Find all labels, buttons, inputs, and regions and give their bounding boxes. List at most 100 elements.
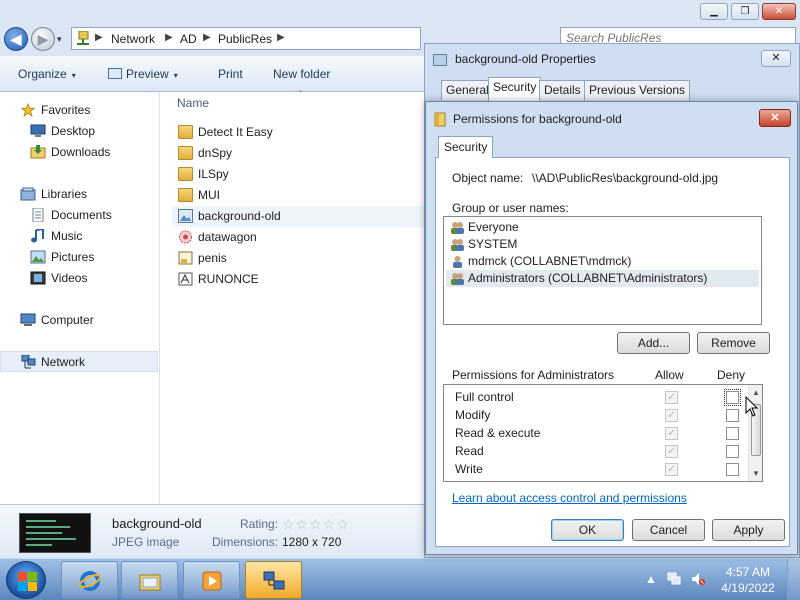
allow-checkbox[interactable]: ✓ <box>665 391 678 404</box>
user-name: SYSTEM <box>468 237 518 251</box>
user-row-administrators[interactable]: Administrators (COLLABNET\Administrators… <box>446 270 759 287</box>
dimensions-label: Dimensions: <box>212 535 279 549</box>
deny-checkbox[interactable] <box>726 427 739 440</box>
taskbar-active-app[interactable] <box>245 561 302 599</box>
user-row-system[interactable]: SYSTEM <box>446 236 759 253</box>
tab-general[interactable]: General <box>441 80 494 100</box>
tab-security[interactable]: Security <box>438 136 494 158</box>
maximize-button[interactable]: ❐ <box>731 3 759 20</box>
address-separator[interactable]: ▶ <box>95 32 103 43</box>
file-row[interactable]: datawagon <box>172 227 424 248</box>
windows-logo-icon <box>18 582 27 591</box>
object-name-label: Object name: <box>452 171 524 185</box>
start-button[interactable] <box>6 561 46 599</box>
file-name: penis <box>198 251 227 265</box>
user-row-everyone[interactable]: Everyone <box>446 219 759 236</box>
deny-checkbox[interactable] <box>726 409 739 422</box>
nav-libraries[interactable]: Libraries <box>0 184 158 205</box>
taskbar-media-player[interactable] <box>183 561 240 599</box>
rating-stars[interactable]: ☆☆☆☆☆ <box>282 516 350 533</box>
user-list[interactable]: Everyone SYSTEM mdmck (COLLABNET\mdmck) … <box>443 216 762 325</box>
file-row[interactable]: penis <box>172 248 424 269</box>
nav-favorites-label: Favorites <box>41 103 91 117</box>
file-name: MUI <box>198 188 220 202</box>
nav-computer[interactable]: Computer <box>0 310 158 331</box>
nav-downloads[interactable]: Downloads <box>0 142 158 163</box>
address-separator[interactable]: ▶ <box>203 32 211 43</box>
address-bar[interactable]: ▶ Network ▶ AD ▶ PublicRes ▶ <box>71 27 421 50</box>
dimensions-value: 1280 x 720 <box>282 535 342 549</box>
forward-button[interactable]: ▶ <box>31 27 55 51</box>
address-segment-network[interactable]: Network <box>111 32 155 46</box>
organize-menu[interactable]: Organize ▾ <box>18 67 76 81</box>
nav-desktop[interactable]: Desktop <box>0 121 158 142</box>
allow-checkbox[interactable]: ✓ <box>665 463 678 476</box>
allow-checkbox[interactable]: ✓ <box>665 427 678 440</box>
recent-pages-dropdown[interactable]: ▾ <box>57 34 62 45</box>
new-folder-button[interactable]: New folder <box>273 67 330 81</box>
folder-icon <box>139 574 161 591</box>
show-desktop-button[interactable] <box>787 559 800 600</box>
network-tray-icon[interactable] <box>667 572 681 586</box>
apply-button[interactable]: Apply <box>712 519 785 541</box>
file-row[interactable]: MUI <box>172 185 424 206</box>
taskbar-windows-explorer[interactable] <box>121 561 178 599</box>
address-separator[interactable]: ▶ <box>165 32 173 43</box>
cancel-button[interactable]: Cancel <box>632 519 705 541</box>
minimize-button[interactable]: ▁ <box>700 3 728 20</box>
remove-button[interactable]: Remove <box>697 332 770 354</box>
nav-network[interactable]: Network <box>0 351 158 372</box>
deny-checkbox[interactable] <box>726 463 739 476</box>
taskbar-internet-explorer[interactable] <box>61 561 118 599</box>
ok-button[interactable]: OK <box>551 519 624 541</box>
nav-pictures[interactable]: Pictures <box>0 247 158 268</box>
preview-icon <box>108 68 122 79</box>
permissions-list: Full control ✓ Modify ✓ Read & execute ✓… <box>443 384 763 482</box>
print-button[interactable]: Print <box>218 67 243 81</box>
properties-close-button[interactable]: ✕ <box>761 50 791 67</box>
nav-desktop-label: Desktop <box>51 124 96 138</box>
deny-column-label: Deny <box>717 368 746 382</box>
tab-security[interactable]: Security <box>488 77 542 101</box>
libraries-icon <box>20 187 36 201</box>
add-button[interactable]: Add... <box>617 332 690 354</box>
permissions-close-button[interactable]: ✕ <box>759 109 791 127</box>
application-icon <box>179 230 192 244</box>
preview-menu[interactable]: Preview ▾ <box>108 67 178 81</box>
nav-documents[interactable]: Documents <box>0 205 158 226</box>
file-row-selected[interactable]: background-old <box>172 206 424 227</box>
close-button[interactable]: ✕ <box>762 3 796 20</box>
file-row[interactable]: RUNONCE <box>172 269 424 290</box>
tab-previous-versions[interactable]: Previous Versions <box>584 80 691 100</box>
folder-icon <box>178 188 193 202</box>
allow-checkbox[interactable]: ✓ <box>665 409 678 422</box>
address-segment-ad[interactable]: AD <box>180 32 197 46</box>
tab-details[interactable]: Details <box>539 80 586 100</box>
nav-downloads-label: Downloads <box>51 145 111 159</box>
nav-favorites[interactable]: Favorites <box>0 100 158 121</box>
address-segment-publicres[interactable]: PublicRes <box>218 32 272 46</box>
group-names-label: Group or user names: <box>452 201 569 215</box>
volume-muted-icon[interactable] <box>691 572 705 586</box>
file-row[interactable]: Detect It Easy <box>172 122 424 143</box>
computer-icon <box>20 313 36 326</box>
column-header-name[interactable]: Name <box>177 96 209 110</box>
address-separator[interactable]: ▶ <box>277 32 285 43</box>
nav-videos[interactable]: Videos <box>0 268 158 289</box>
scroll-down-arrow[interactable]: ▼ <box>749 466 762 481</box>
show-hidden-icons-button[interactable]: ▲ <box>644 572 658 586</box>
allow-checkbox[interactable]: ✓ <box>665 445 678 458</box>
file-row[interactable]: ILSpy <box>172 164 424 185</box>
user-row-mdmck[interactable]: mdmck (COLLABNET\mdmck) <box>446 253 759 270</box>
access-control-help-link[interactable]: Learn about access control and permissio… <box>452 491 687 505</box>
chevron-down-icon: ▾ <box>71 71 76 80</box>
back-button[interactable]: ◀ <box>4 27 28 51</box>
deny-checkbox[interactable] <box>724 389 741 406</box>
permissions-for-label: Permissions for Administrators <box>452 368 615 382</box>
nav-music[interactable]: Music <box>0 226 158 247</box>
users-group-icon <box>451 239 464 251</box>
file-row[interactable]: dnSpy <box>172 143 424 164</box>
deny-checkbox[interactable] <box>726 445 739 458</box>
internet-explorer-icon <box>79 571 101 591</box>
system-clock[interactable]: 4:57 AM 4/19/2022 <box>715 564 781 596</box>
